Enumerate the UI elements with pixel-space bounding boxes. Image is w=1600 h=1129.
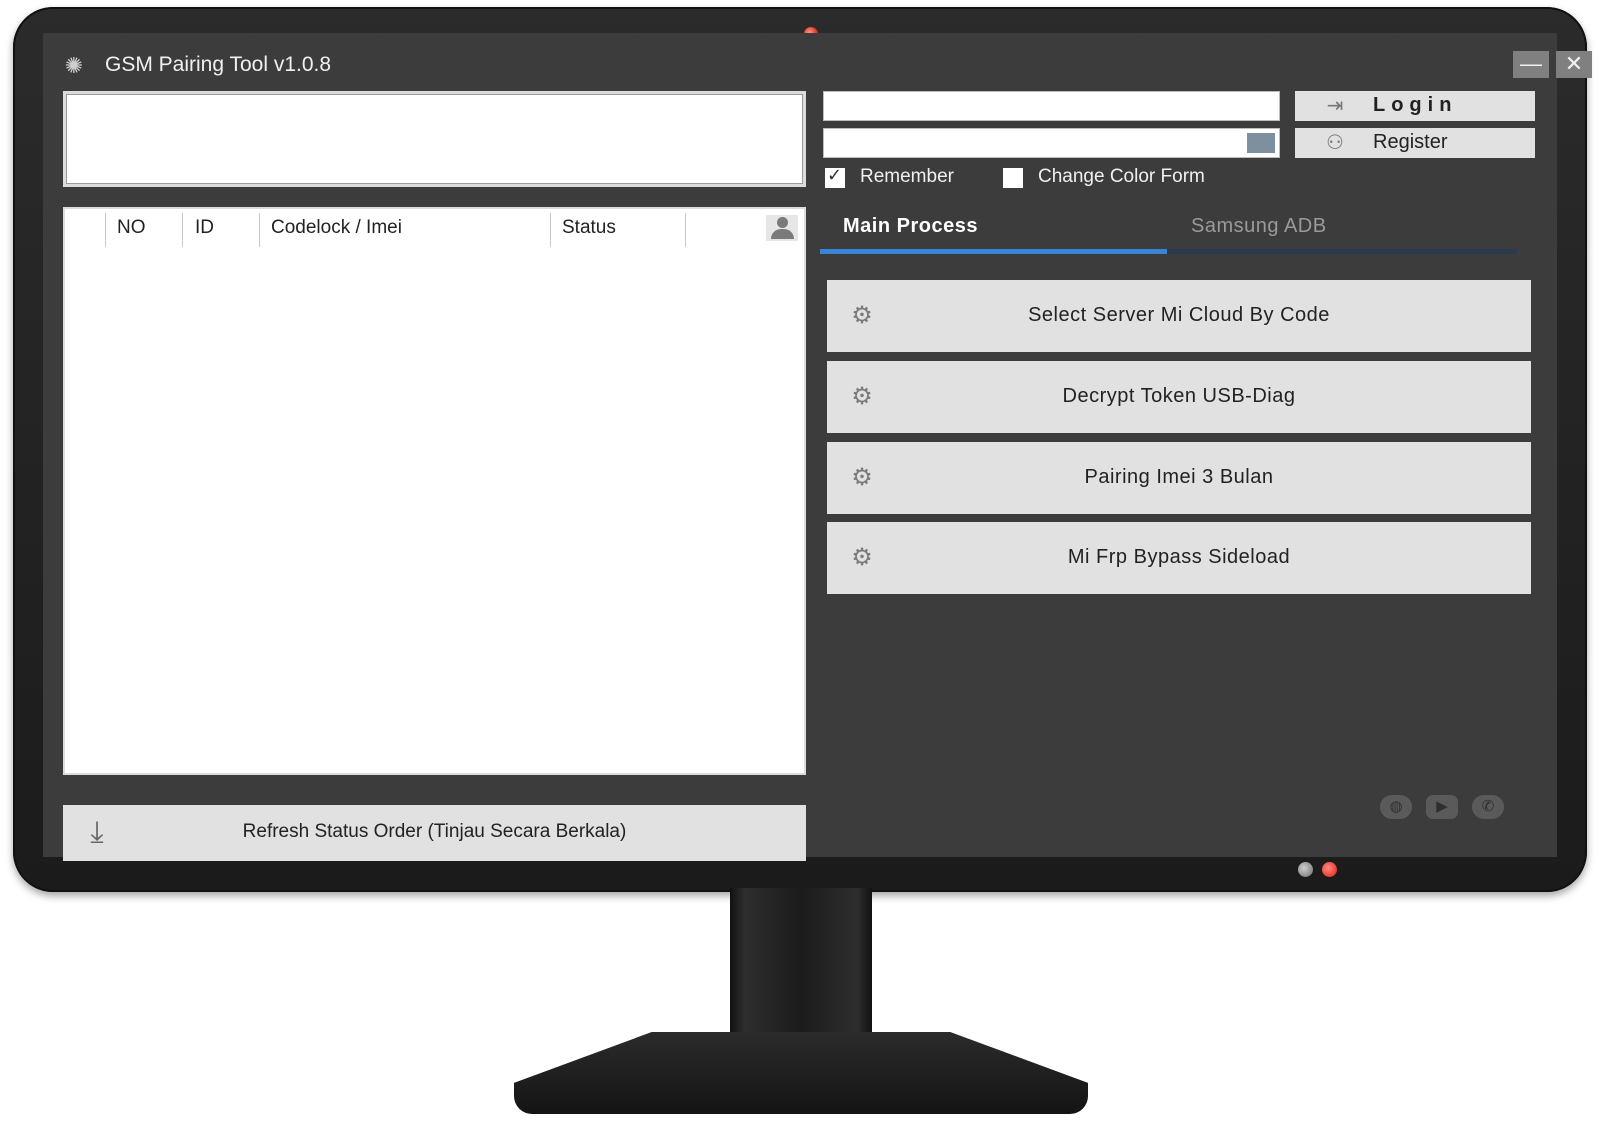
login-label: Login xyxy=(1373,94,1458,116)
action-label: Select Server Mi Cloud By Code xyxy=(1028,304,1330,326)
register-button[interactable]: ⚇ Register xyxy=(1295,128,1535,158)
username-field[interactable] xyxy=(823,91,1280,121)
refresh-status-label: Refresh Status Order (Tinjau Secara Berk… xyxy=(242,821,627,842)
change-color-checkbox[interactable] xyxy=(1003,168,1023,188)
column-header-codelock[interactable]: Codelock / Imei xyxy=(271,217,402,239)
youtube-icon[interactable]: ▶ xyxy=(1426,795,1458,819)
orders-table[interactable]: NO ID Codelock / Imei Status xyxy=(63,207,806,775)
remember-checkbox[interactable]: ✓ xyxy=(825,165,845,188)
monitor-stand-base xyxy=(514,1032,1088,1114)
user-icon xyxy=(766,215,798,241)
column-separator xyxy=(550,213,551,247)
login-arrow-icon: ⇥ xyxy=(1326,95,1344,117)
tab-main-process[interactable]: Main Process xyxy=(843,215,978,238)
action-label: Decrypt Token USB-Diag xyxy=(1062,385,1296,407)
username-input[interactable] xyxy=(824,92,1279,120)
window-title: GSM Pairing Tool v1.0.8 xyxy=(105,53,332,76)
column-header-status[interactable]: Status xyxy=(562,217,616,239)
remember-label[interactable]: Remember xyxy=(860,166,954,188)
refresh-status-button[interactable]: ⤓ Refresh Status Order (Tinjau Secara Be… xyxy=(63,805,806,861)
column-separator xyxy=(259,213,260,247)
password-field[interactable] xyxy=(823,128,1280,158)
tab-bar-underline xyxy=(1167,249,1517,254)
app-gear-icon: ✺ xyxy=(64,53,84,78)
tab-samsung-adb[interactable]: Samsung ADB xyxy=(1191,215,1327,238)
decrypt-token-button[interactable]: ⚙ Decrypt Token USB-Diag xyxy=(827,361,1531,433)
close-button[interactable]: ✕ xyxy=(1556,51,1592,78)
log-textbox[interactable] xyxy=(63,91,806,187)
power-led-red xyxy=(1322,862,1337,877)
column-separator xyxy=(685,213,686,247)
power-led-grey xyxy=(1298,862,1313,877)
add-user-icon: ⚇ xyxy=(1326,132,1344,154)
pairing-imei-button[interactable]: ⚙ Pairing Imei 3 Bulan xyxy=(827,442,1531,514)
action-label: Mi Frp Bypass Sideload xyxy=(1067,546,1291,568)
password-input[interactable] xyxy=(824,129,1279,157)
change-color-label[interactable]: Change Color Form xyxy=(1038,166,1205,188)
minimize-button[interactable]: — xyxy=(1513,51,1549,78)
column-header-no[interactable]: NO xyxy=(117,217,146,239)
login-button[interactable]: ⇥ Login xyxy=(1295,91,1535,121)
app-window: ✺ GSM Pairing Tool v1.0.8 — ✕ NO ID Code… xyxy=(43,33,1592,861)
title-bar: ✺ GSM Pairing Tool v1.0.8 — ✕ xyxy=(43,33,1592,91)
password-toggle-button[interactable] xyxy=(1247,133,1275,153)
select-server-mi-cloud-button[interactable]: ⚙ Select Server Mi Cloud By Code xyxy=(827,280,1531,352)
globe-icon[interactable]: ◍ xyxy=(1380,795,1412,819)
column-header-id[interactable]: ID xyxy=(195,217,214,239)
whatsapp-icon[interactable]: ✆ xyxy=(1472,795,1504,819)
action-label: Pairing Imei 3 Bulan xyxy=(1084,466,1274,488)
column-separator xyxy=(105,213,106,247)
column-separator xyxy=(182,213,183,247)
tab-active-indicator xyxy=(820,249,1167,254)
checkmark-icon: ✓ xyxy=(827,165,843,185)
mi-frp-bypass-button[interactable]: ⚙ Mi Frp Bypass Sideload xyxy=(827,522,1531,594)
register-label: Register xyxy=(1373,131,1448,153)
table-header: NO ID Codelock / Imei Status xyxy=(65,209,804,249)
